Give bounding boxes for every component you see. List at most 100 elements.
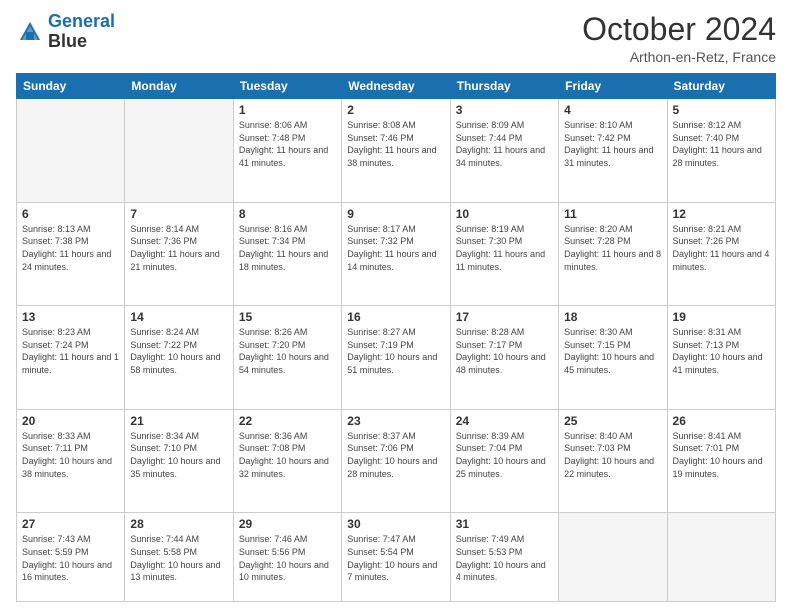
weekday-header-cell: Tuesday [233,74,341,99]
day-info: Sunrise: 8:33 AMSunset: 7:11 PMDaylight:… [22,430,119,480]
day-info: Sunrise: 8:27 AMSunset: 7:19 PMDaylight:… [347,326,444,376]
month-title: October 2024 [582,12,776,47]
calendar-day-cell: 9Sunrise: 8:17 AMSunset: 7:32 PMDaylight… [342,202,450,306]
day-number: 23 [347,414,444,428]
calendar-week-row: 6 Sunrise: 8:13 AMSunset: 7:38 PMDaylight… [17,202,776,306]
day-number: 17 [456,310,553,324]
day-number: 31 [456,517,553,531]
calendar-day-cell: 18 Sunrise: 8:30 AMSunset: 7:15 PMDayligh… [559,306,667,410]
day-number: 15 [239,310,336,324]
calendar-day-cell: 20 Sunrise: 8:33 AMSunset: 7:11 PMDayligh… [17,409,125,513]
day-info: Sunrise: 8:06 AMSunset: 7:48 PMDaylight:… [239,119,336,169]
calendar-day-cell: 25 Sunrise: 8:40 AMSunset: 7:03 PMDayligh… [559,409,667,513]
calendar-week-row: 1 Sunrise: 8:06 AMSunset: 7:48 PMDaylight… [17,99,776,203]
calendar-day-cell [559,513,667,602]
calendar-day-cell: 16 Sunrise: 8:27 AMSunset: 7:19 PMDayligh… [342,306,450,410]
calendar-day-cell [667,513,775,602]
day-info: Sunrise: 8:14 AMSunset: 7:36 PMDaylight:… [130,223,227,273]
day-info: Sunrise: 7:49 AMSunset: 5:53 PMDaylight:… [456,533,553,583]
day-number: 25 [564,414,661,428]
calendar-body: 1 Sunrise: 8:06 AMSunset: 7:48 PMDaylight… [17,99,776,602]
day-info: Sunrise: 8:19 AMSunset: 7:30 PMDaylight:… [456,223,553,273]
day-number: 27 [22,517,119,531]
day-number: 6 [22,207,119,221]
day-info: Sunrise: 8:30 AMSunset: 7:15 PMDaylight:… [564,326,661,376]
day-number: 29 [239,517,336,531]
day-info: Sunrise: 8:10 AMSunset: 7:42 PMDaylight:… [564,119,661,169]
calendar-day-cell: 23 Sunrise: 8:37 AMSunset: 7:06 PMDayligh… [342,409,450,513]
day-number: 1 [239,103,336,117]
calendar-day-cell: 26 Sunrise: 8:41 AMSunset: 7:01 PMDayligh… [667,409,775,513]
weekday-header-cell: Monday [125,74,233,99]
header: General Blue October 2024 Arthon-en-Retz… [16,12,776,65]
calendar-day-cell: 15 Sunrise: 8:26 AMSunset: 7:20 PMDayligh… [233,306,341,410]
day-number: 28 [130,517,227,531]
calendar-day-cell: 19Sunrise: 8:31 AMSunset: 7:13 PMDayligh… [667,306,775,410]
day-number: 12 [673,207,770,221]
day-info: Sunrise: 8:28 AMSunset: 7:17 PMDaylight:… [456,326,553,376]
day-number: 21 [130,414,227,428]
day-number: 11 [564,207,661,221]
day-info: Sunrise: 8:39 AMSunset: 7:04 PMDaylight:… [456,430,553,480]
calendar-day-cell: 2 Sunrise: 8:08 AMSunset: 7:46 PMDaylight… [342,99,450,203]
day-number: 14 [130,310,227,324]
day-info: Sunrise: 8:08 AMSunset: 7:46 PMDaylight:… [347,119,444,169]
weekday-header-cell: Sunday [17,74,125,99]
calendar-day-cell [17,99,125,203]
calendar-day-cell: 5Sunrise: 8:12 AMSunset: 7:40 PMDaylight… [667,99,775,203]
weekday-header-cell: Friday [559,74,667,99]
logo-text: General Blue [48,12,115,52]
day-number: 7 [130,207,227,221]
calendar-table: SundayMondayTuesdayWednesdayThursdayFrid… [16,73,776,602]
day-number: 10 [456,207,553,221]
calendar-day-cell: 3Sunrise: 8:09 AMSunset: 7:44 PMDaylight… [450,99,558,203]
weekday-header-cell: Saturday [667,74,775,99]
day-info: Sunrise: 8:36 AMSunset: 7:08 PMDaylight:… [239,430,336,480]
day-info: Sunrise: 8:31 AMSunset: 7:13 PMDaylight:… [673,326,770,376]
day-number: 16 [347,310,444,324]
day-number: 24 [456,414,553,428]
logo-line2: Blue [48,32,115,52]
day-info: Sunrise: 8:20 AMSunset: 7:28 PMDaylight:… [564,223,661,273]
calendar-day-cell: 17 Sunrise: 8:28 AMSunset: 7:17 PMDayligh… [450,306,558,410]
calendar-day-cell: 4 Sunrise: 8:10 AMSunset: 7:42 PMDaylight… [559,99,667,203]
day-number: 13 [22,310,119,324]
day-info: Sunrise: 8:17 AMSunset: 7:32 PMDaylight:… [347,223,444,273]
day-number: 26 [673,414,770,428]
calendar-day-cell: 7 Sunrise: 8:14 AMSunset: 7:36 PMDaylight… [125,202,233,306]
day-number: 4 [564,103,661,117]
day-number: 2 [347,103,444,117]
calendar-day-cell: 14 Sunrise: 8:24 AMSunset: 7:22 PMDayligh… [125,306,233,410]
day-info: Sunrise: 8:41 AMSunset: 7:01 PMDaylight:… [673,430,770,480]
calendar-day-cell: 13 Sunrise: 8:23 AMSunset: 7:24 PMDayligh… [17,306,125,410]
day-info: Sunrise: 7:43 AMSunset: 5:59 PMDaylight:… [22,533,119,583]
calendar-day-cell: 28Sunrise: 7:44 AMSunset: 5:58 PMDayligh… [125,513,233,602]
calendar-week-row: 27 Sunrise: 7:43 AMSunset: 5:59 PMDayligh… [17,513,776,602]
day-info: Sunrise: 8:16 AMSunset: 7:34 PMDaylight:… [239,223,336,273]
day-info: Sunrise: 8:40 AMSunset: 7:03 PMDaylight:… [564,430,661,480]
logo-icon [16,18,44,46]
calendar-day-cell: 31 Sunrise: 7:49 AMSunset: 5:53 PMDayligh… [450,513,558,602]
calendar-week-row: 20 Sunrise: 8:33 AMSunset: 7:11 PMDayligh… [17,409,776,513]
calendar-day-cell: 24 Sunrise: 8:39 AMSunset: 7:04 PMDayligh… [450,409,558,513]
day-info: Sunrise: 8:24 AMSunset: 7:22 PMDaylight:… [130,326,227,376]
logo: General Blue [16,12,115,52]
calendar-day-cell: 30Sunrise: 7:47 AMSunset: 5:54 PMDayligh… [342,513,450,602]
day-number: 20 [22,414,119,428]
calendar-day-cell: 21 Sunrise: 8:34 AMSunset: 7:10 PMDayligh… [125,409,233,513]
day-info: Sunrise: 8:23 AMSunset: 7:24 PMDaylight:… [22,326,119,376]
day-info: Sunrise: 8:13 AMSunset: 7:38 PMDaylight:… [22,223,119,273]
calendar-day-cell: 27 Sunrise: 7:43 AMSunset: 5:59 PMDayligh… [17,513,125,602]
day-number: 18 [564,310,661,324]
day-number: 8 [239,207,336,221]
day-info: Sunrise: 8:37 AMSunset: 7:06 PMDaylight:… [347,430,444,480]
day-info: Sunrise: 8:34 AMSunset: 7:10 PMDaylight:… [130,430,227,480]
weekday-header-row: SundayMondayTuesdayWednesdayThursdayFrid… [17,74,776,99]
calendar-week-row: 13 Sunrise: 8:23 AMSunset: 7:24 PMDayligh… [17,306,776,410]
day-info: Sunrise: 8:21 AMSunset: 7:26 PMDaylight:… [673,223,770,273]
day-info: Sunrise: 8:26 AMSunset: 7:20 PMDaylight:… [239,326,336,376]
day-number: 5 [673,103,770,117]
calendar-day-cell: 12 Sunrise: 8:21 AMSunset: 7:26 PMDayligh… [667,202,775,306]
calendar-day-cell: 10 Sunrise: 8:19 AMSunset: 7:30 PMDayligh… [450,202,558,306]
calendar-day-cell: 6 Sunrise: 8:13 AMSunset: 7:38 PMDaylight… [17,202,125,306]
